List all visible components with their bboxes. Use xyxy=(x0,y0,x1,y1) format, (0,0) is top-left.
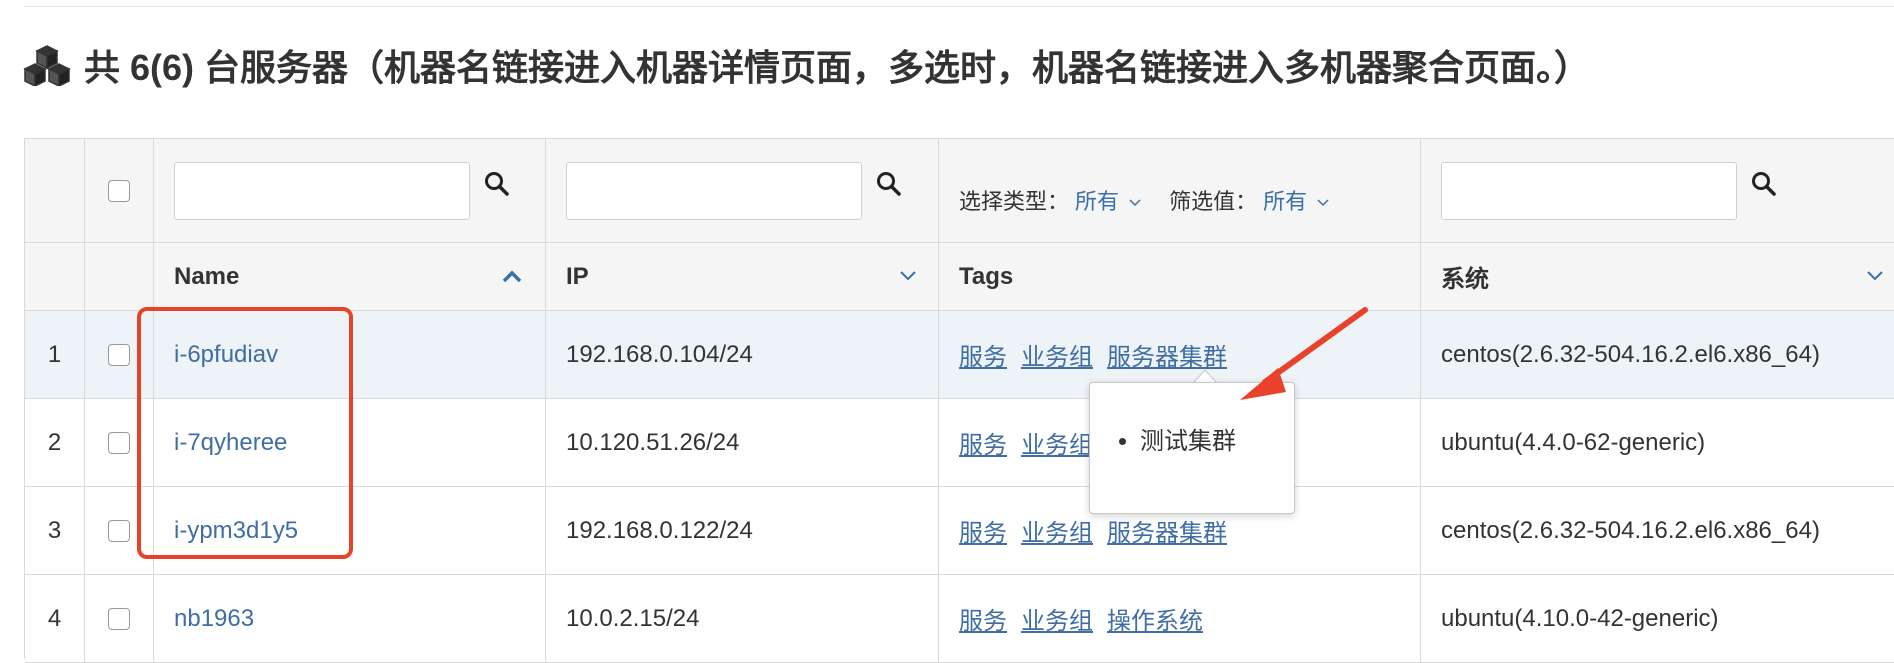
system-cell: centos(2.6.32-504.16.2.el6.x86_64) xyxy=(1421,487,1894,574)
name-search-input[interactable] xyxy=(174,161,470,220)
search-icon[interactable] xyxy=(484,171,510,197)
tag-link[interactable]: 服务器集群 xyxy=(1107,513,1227,548)
system-filter-cell xyxy=(1421,139,1894,242)
ip-filter-cell xyxy=(546,139,939,242)
tag-link[interactable]: 服务 xyxy=(959,601,1007,636)
tag-link[interactable]: 业务组 xyxy=(1021,601,1093,636)
type-filter-dropdown[interactable]: 所有 xyxy=(1075,184,1141,216)
server-name-link[interactable]: nb1963 xyxy=(174,605,254,633)
ip-search-input[interactable] xyxy=(566,161,862,220)
row-checkbox[interactable] xyxy=(108,607,130,630)
system-cell: ubuntu(4.4.0-62-generic) xyxy=(1421,399,1894,486)
search-icon[interactable] xyxy=(876,171,902,197)
row-index: 4 xyxy=(25,575,85,662)
popover-list: 测试集群 xyxy=(1090,421,1236,456)
row-index: 1 xyxy=(25,311,85,398)
sort-ascending-icon[interactable] xyxy=(501,267,523,285)
tag-link[interactable]: 服务器集群 xyxy=(1107,337,1227,372)
value-filter-dropdown[interactable]: 所有 xyxy=(1263,184,1329,216)
search-icon[interactable] xyxy=(1751,171,1777,197)
tag-link[interactable]: 服务 xyxy=(959,513,1007,548)
column-tags-label: Tags xyxy=(959,262,1014,290)
row-index: 3 xyxy=(25,487,85,574)
chevron-down-icon[interactable] xyxy=(900,271,916,281)
page-header: 共 6(6) 台服务器（机器名链接进入机器详情页面，多选时，机器名链接进入多机器… xyxy=(22,40,1590,90)
select-all-checkbox[interactable] xyxy=(108,179,130,202)
system-value: centos(2.6.32-504.16.2.el6.x86_64) xyxy=(1441,516,1820,544)
top-divider xyxy=(24,6,1894,7)
name-cell: nb1963 xyxy=(154,575,546,662)
table-row: 4 nb1963 10.0.2.15/24 服务 业务组 操作系统 ubuntu… xyxy=(25,575,1894,663)
ip-value: 192.168.0.104/24 xyxy=(566,340,753,368)
tag-link[interactable]: 服务 xyxy=(959,425,1007,460)
column-ip-label: IP xyxy=(566,262,589,290)
type-filter-label: 选择类型： xyxy=(959,188,1070,214)
ip-value: 10.0.2.15/24 xyxy=(566,604,700,632)
cubes-icon xyxy=(23,45,71,86)
chevron-down-icon xyxy=(1129,199,1141,206)
tags-cell: 服务 业务组 操作系统 xyxy=(939,575,1421,662)
tag-link[interactable]: 业务组 xyxy=(1021,337,1093,372)
ip-value: 10.120.51.26/24 xyxy=(566,428,740,456)
value-filter-label: 筛选值： xyxy=(1169,188,1258,214)
ip-value: 192.168.0.122/24 xyxy=(566,516,753,544)
tag-link[interactable]: 操作系统 xyxy=(1107,601,1203,636)
popover-item[interactable]: 测试集群 xyxy=(1140,421,1236,456)
system-cell: ubuntu(4.10.0-42-generic) xyxy=(1421,575,1894,662)
column-name-label: Name xyxy=(174,262,240,290)
ip-cell: 10.0.2.15/24 xyxy=(546,575,939,662)
system-value: ubuntu(4.4.0-62-generic) xyxy=(1441,428,1706,456)
system-cell: centos(2.6.32-504.16.2.el6.x86_64) xyxy=(1421,311,1894,398)
ip-cell: 192.168.0.122/24 xyxy=(546,487,939,574)
column-header-name[interactable]: Name xyxy=(154,243,546,310)
header-index-cell xyxy=(25,243,85,310)
row-checkbox[interactable] xyxy=(108,343,130,366)
type-filter-value: 所有 xyxy=(1075,188,1120,214)
tags-filter-cell: 选择类型： 所有 筛选值： 所有 xyxy=(939,139,1421,242)
column-system-label: 系统 xyxy=(1441,266,1489,293)
column-header-row: Name IP Tags 系统 xyxy=(25,243,1894,311)
column-header-system[interactable]: 系统 xyxy=(1421,243,1894,310)
filter-row: 选择类型： 所有 筛选值： 所有 xyxy=(25,139,1894,243)
annotation-arrow-icon xyxy=(1240,307,1368,400)
row-index: 2 xyxy=(25,399,85,486)
system-value: centos(2.6.32-504.16.2.el6.x86_64) xyxy=(1441,340,1820,368)
chevron-down-icon[interactable] xyxy=(1867,271,1883,281)
filter-checkbox-cell xyxy=(85,139,154,242)
page-title: 共 6(6) 台服务器（机器名链接进入机器详情页面，多选时，机器名链接进入多机器… xyxy=(84,47,1591,88)
row-checkbox[interactable] xyxy=(108,431,130,454)
tag-link[interactable]: 服务 xyxy=(959,337,1007,372)
tag-link[interactable]: 业务组 xyxy=(1021,513,1093,548)
annotation-highlight-box xyxy=(137,307,353,559)
ip-cell: 192.168.0.104/24 xyxy=(546,311,939,398)
filter-index-cell xyxy=(25,139,85,242)
system-search-input[interactable] xyxy=(1441,161,1737,220)
name-filter-cell xyxy=(154,139,546,242)
chevron-down-icon xyxy=(1317,199,1329,206)
row-checkbox-cell xyxy=(85,575,154,662)
tag-link[interactable]: 业务组 xyxy=(1021,425,1093,460)
header-checkbox-cell xyxy=(85,243,154,310)
row-checkbox[interactable] xyxy=(108,519,130,542)
system-value: ubuntu(4.10.0-42-generic) xyxy=(1441,604,1719,632)
ip-cell: 10.120.51.26/24 xyxy=(546,399,939,486)
column-header-ip[interactable]: IP xyxy=(546,243,939,310)
value-filter-value: 所有 xyxy=(1263,188,1308,214)
